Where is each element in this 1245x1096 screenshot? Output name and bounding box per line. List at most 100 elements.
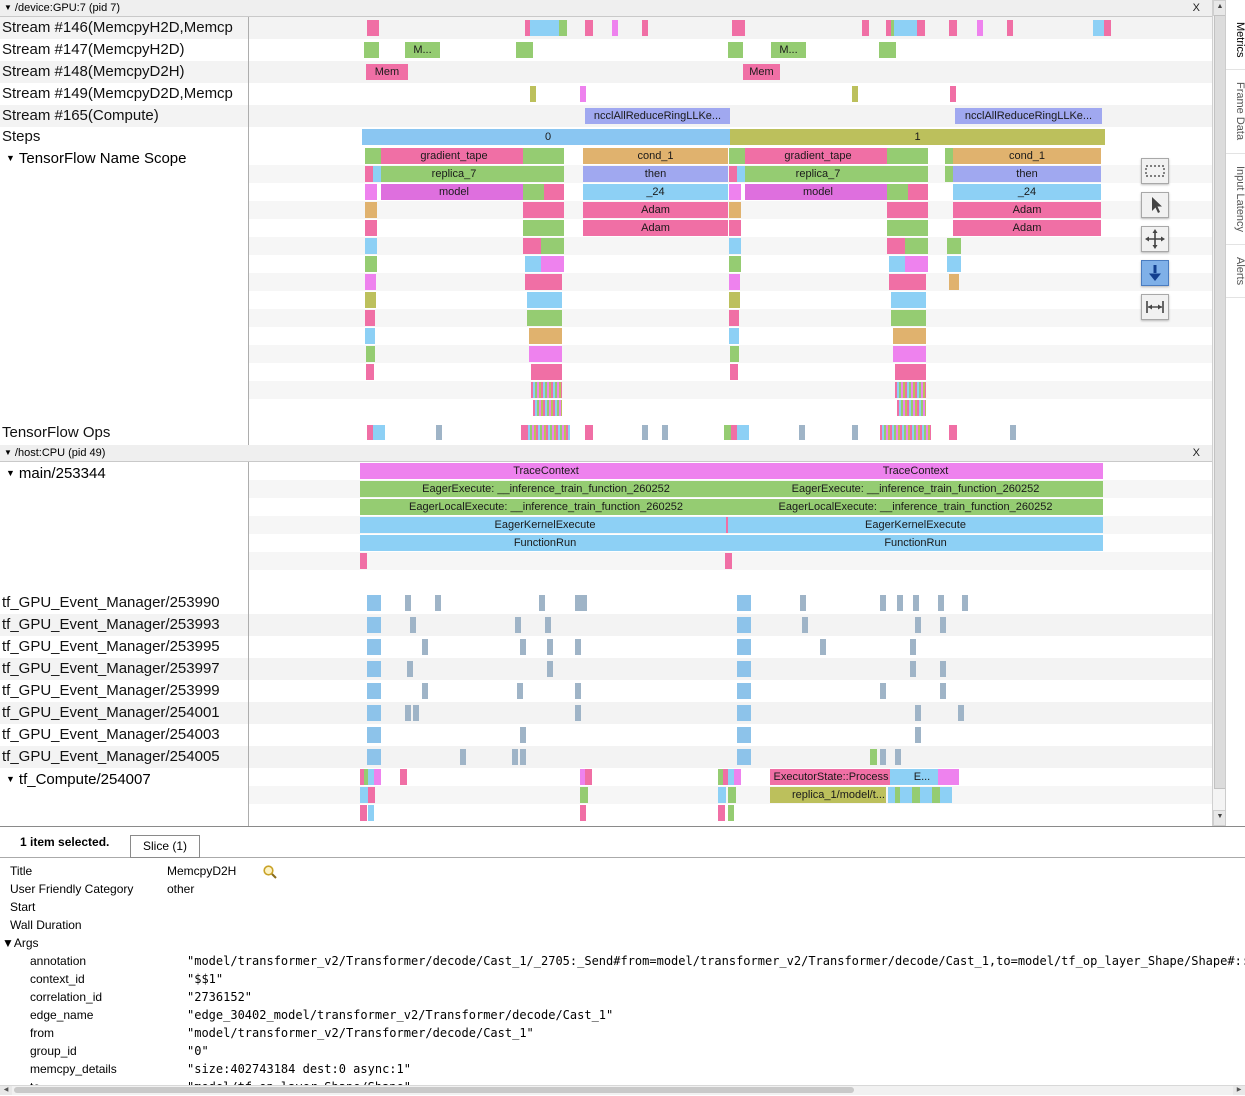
trace-slice[interactable] bbox=[880, 425, 931, 440]
trace-slice-1[interactable]: 1 bbox=[730, 129, 1105, 145]
trace-slice[interactable] bbox=[770, 787, 792, 803]
trace-slice[interactable] bbox=[915, 727, 921, 743]
trace-slice[interactable] bbox=[940, 661, 946, 677]
trace-slice[interactable] bbox=[915, 617, 921, 633]
trace-slice[interactable] bbox=[364, 42, 379, 58]
close-icon[interactable]: X bbox=[1193, 446, 1200, 461]
scroll-left-icon[interactable]: ◀ bbox=[0, 1086, 12, 1095]
trace-slice[interactable] bbox=[400, 769, 407, 785]
trace-slice[interactable] bbox=[729, 238, 741, 254]
trace-slice-mem[interactable]: Mem bbox=[366, 64, 408, 80]
args-section-header[interactable]: ▼Args bbox=[0, 934, 1245, 952]
trace-slice-executorstate-process[interactable]: ExecutorState::Process bbox=[770, 769, 892, 785]
trace-slice-eagerexecute-inference-train-function-260252[interactable]: EagerExecute: __inference_train_function… bbox=[360, 481, 732, 497]
trace-slice[interactable] bbox=[405, 595, 411, 611]
trace-slice-e[interactable]: E... bbox=[904, 769, 940, 785]
trace-slice[interactable] bbox=[541, 256, 564, 272]
trace-slice[interactable] bbox=[880, 749, 886, 765]
trace-slice-24[interactable]: _24 bbox=[583, 184, 728, 200]
trace-slice[interactable] bbox=[729, 184, 741, 200]
trace-slice[interactable] bbox=[365, 256, 377, 272]
trace-slice-replica-7[interactable]: replica_7 bbox=[745, 166, 891, 182]
trace-slice[interactable] bbox=[895, 364, 926, 380]
trace-slice[interactable] bbox=[737, 727, 751, 743]
trace-slice[interactable] bbox=[737, 425, 749, 440]
trace-slice[interactable] bbox=[908, 184, 928, 200]
trace-slice[interactable] bbox=[879, 42, 896, 58]
marquee-selection-tool[interactable] bbox=[1141, 158, 1169, 184]
trace-slice[interactable] bbox=[947, 256, 961, 272]
trace-slice[interactable] bbox=[734, 769, 741, 785]
trace-slice[interactable] bbox=[728, 787, 736, 803]
trace-slice[interactable] bbox=[887, 166, 928, 182]
trace-slice[interactable] bbox=[575, 683, 581, 699]
trace-slice-model[interactable]: model bbox=[745, 184, 891, 200]
trace-slice[interactable] bbox=[523, 148, 564, 164]
trace-slice-gradient-tape[interactable]: gradient_tape bbox=[381, 148, 527, 164]
trace-slice[interactable] bbox=[526, 425, 570, 440]
main-thread-flame[interactable]: TraceContextTraceContextEagerExecute: __… bbox=[248, 462, 1212, 592]
trace-slice-ncclallreduceringllke[interactable]: ncclAllReduceRingLLKe... bbox=[585, 108, 730, 124]
trace-slice[interactable] bbox=[802, 617, 808, 633]
trace-slice[interactable] bbox=[905, 256, 928, 272]
trace-slice[interactable] bbox=[585, 20, 593, 36]
trace-slice[interactable] bbox=[547, 639, 553, 655]
trace-slice[interactable] bbox=[737, 661, 751, 677]
trace-slice[interactable] bbox=[642, 425, 648, 440]
trace-slice-adam[interactable]: Adam bbox=[583, 202, 728, 218]
trace-slice[interactable] bbox=[529, 346, 562, 362]
trace-slice[interactable] bbox=[729, 202, 741, 218]
trace-slice[interactable] bbox=[891, 292, 926, 308]
trace-slice[interactable] bbox=[436, 425, 442, 440]
track-timeline[interactable]: MemMem bbox=[250, 61, 1212, 83]
ops-timeline[interactable] bbox=[250, 421, 1212, 445]
track-timeline[interactable] bbox=[250, 746, 1212, 768]
trace-slice[interactable] bbox=[435, 595, 441, 611]
pan-tool[interactable] bbox=[1141, 226, 1169, 252]
trace-slice[interactable] bbox=[515, 617, 521, 633]
trace-slice[interactable] bbox=[544, 184, 564, 200]
trace-slice[interactable] bbox=[938, 595, 944, 611]
trace-slice-cond-1[interactable]: cond_1 bbox=[583, 148, 728, 164]
trace-slice[interactable] bbox=[529, 328, 562, 344]
trace-slice[interactable] bbox=[365, 202, 377, 218]
trace-slice[interactable] bbox=[585, 769, 592, 785]
trace-slice[interactable] bbox=[729, 292, 740, 308]
trace-slice[interactable] bbox=[520, 639, 526, 655]
track-timeline[interactable] bbox=[250, 680, 1212, 702]
trace-slice[interactable] bbox=[580, 787, 588, 803]
trace-slice-eagerlocalexecute-inference-train-function-260252[interactable]: EagerLocalExecute: __inference_train_fun… bbox=[360, 499, 732, 515]
trace-slice[interactable] bbox=[887, 220, 928, 236]
pointer-tool[interactable] bbox=[1141, 192, 1169, 218]
trace-slice[interactable] bbox=[533, 400, 562, 416]
trace-slice[interactable] bbox=[365, 184, 377, 200]
timing-tool[interactable] bbox=[1141, 294, 1169, 320]
trace-slice[interactable] bbox=[541, 238, 564, 254]
trace-slice[interactable] bbox=[938, 769, 959, 785]
track-timeline[interactable] bbox=[250, 614, 1212, 636]
trace-slice[interactable] bbox=[585, 425, 593, 440]
trace-slice-replica-7[interactable]: replica_7 bbox=[381, 166, 527, 182]
horizontal-scrollbar[interactable]: ◀ ▶ bbox=[0, 1085, 1245, 1095]
trace-slice[interactable] bbox=[913, 595, 919, 611]
trace-slice[interactable] bbox=[728, 42, 743, 58]
trace-slice[interactable] bbox=[405, 705, 411, 721]
trace-slice-24[interactable]: _24 bbox=[953, 184, 1101, 200]
trace-slice[interactable] bbox=[512, 749, 518, 765]
trace-slice[interactable] bbox=[950, 86, 956, 102]
collapse-arrow-icon[interactable]: ▼ bbox=[4, 448, 12, 457]
trace-slice[interactable] bbox=[374, 769, 381, 785]
trace-slice[interactable] bbox=[910, 639, 916, 655]
track-timeline[interactable]: M...M... bbox=[250, 39, 1212, 61]
trace-slice-tracecontext[interactable]: TraceContext bbox=[728, 463, 1103, 479]
trace-slice[interactable] bbox=[729, 274, 740, 290]
name-scope-flame[interactable]: gradient_tapecond_1gradient_tapecond_1re… bbox=[248, 147, 1212, 421]
trace-slice-ncclallreduceringllke[interactable]: ncclAllReduceRingLLKe... bbox=[955, 108, 1102, 124]
horizontal-scroll-thumb[interactable] bbox=[14, 1087, 854, 1093]
trace-slice[interactable] bbox=[737, 639, 751, 655]
trace-slice[interactable] bbox=[893, 328, 926, 344]
trace-slice[interactable] bbox=[612, 20, 618, 36]
steps-timeline[interactable]: 01 bbox=[250, 127, 1212, 147]
zoom-tool[interactable] bbox=[1141, 260, 1169, 286]
trace-slice[interactable] bbox=[895, 382, 926, 398]
